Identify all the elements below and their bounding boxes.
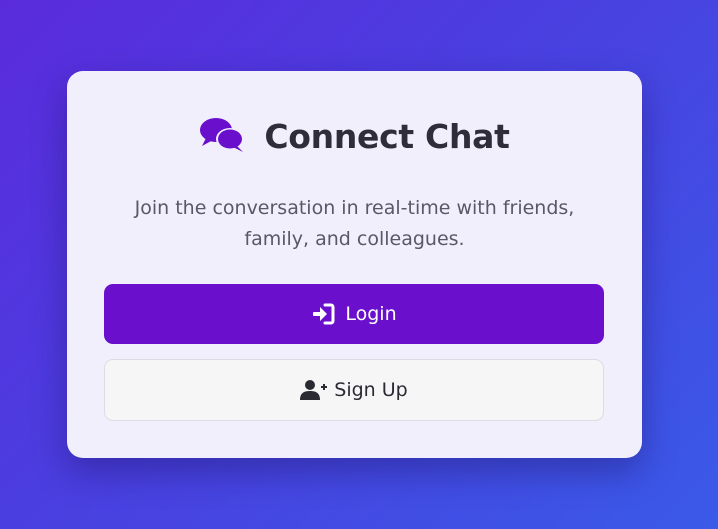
signup-label: Sign Up — [334, 379, 408, 401]
app-subtitle: Join the conversation in real-time with … — [134, 197, 575, 250]
sign-in-icon — [311, 303, 335, 325]
app-title: Connect Chat — [264, 116, 510, 156]
auth-card: Connect Chat Join the conversation in re… — [67, 71, 642, 458]
card-header: Connect Chat — [67, 111, 642, 161]
chat-bubbles-icon — [199, 116, 246, 156]
signup-button[interactable]: Sign Up — [104, 359, 604, 421]
user-plus-icon — [300, 379, 328, 401]
login-button[interactable]: Login — [104, 284, 604, 344]
login-label: Login — [345, 303, 397, 325]
